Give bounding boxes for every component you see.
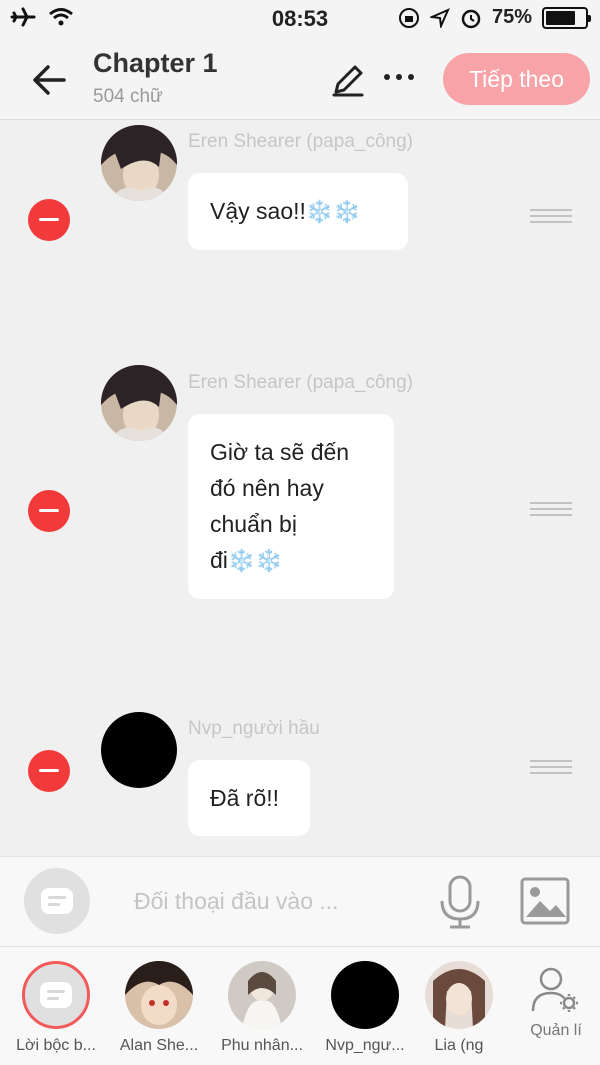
status-right: 75% [398, 6, 591, 29]
character-bar: Lời bộc b... Alan She... Phu nhân... Nvp… [0, 946, 600, 1065]
orientation-lock-icon [398, 7, 419, 28]
back-arrow-icon [33, 65, 66, 95]
battery-percent: 75% [491, 6, 532, 28]
message-line: đi [210, 547, 228, 573]
header: Chapter 1 504 chữ Tiếp theo [0, 38, 600, 120]
user-settings-icon [531, 967, 578, 1012]
drag-handle[interactable] [530, 502, 572, 520]
input-bar [0, 856, 600, 946]
chapter-title: Chapter 1 [93, 48, 218, 78]
more-dot [396, 74, 402, 80]
message-bubble[interactable]: Giờ ta sẽ đến đó nên hay chuẩn bị đi❄️❄️ [188, 414, 394, 599]
character-label: Lia (ng [434, 1037, 484, 1054]
avatar [425, 961, 493, 1029]
character-nvp[interactable]: Nvp_ngư... [317, 961, 413, 1055]
next-button[interactable]: Tiếp theo [443, 53, 590, 105]
remove-message-button[interactable] [28, 750, 70, 792]
snowflake-emoji: ❄️❄️ [305, 199, 361, 224]
chat-bubble-icon [41, 888, 73, 914]
character-alan[interactable]: Alan She... [111, 961, 207, 1055]
battery-icon [542, 6, 591, 29]
message-bubble[interactable]: Đã rõ!! [188, 760, 310, 836]
pencil-icon [332, 65, 364, 97]
message-line: chuẩn bị [210, 511, 297, 537]
character-narration[interactable]: Lời bộc b... [8, 961, 104, 1055]
message-text: Vậy sao!! [210, 198, 306, 224]
microphone-icon [440, 875, 480, 929]
avatar [125, 961, 193, 1029]
avatar [101, 712, 177, 788]
remove-message-button[interactable] [28, 490, 70, 532]
character-lia[interactable]: Lia (ng [414, 961, 504, 1055]
message-list: Eren Shearer (papa_công) Vậy sao!!❄️❄️ E… [0, 121, 600, 856]
sender-name: Nvp_người hầu [188, 718, 320, 739]
sender-name: Eren Shearer (papa_công) [188, 131, 413, 152]
snowflake-emoji: ❄️❄️ [227, 548, 283, 573]
word-count: 504 chữ [93, 86, 163, 107]
character-label: Nvp_ngư... [325, 1037, 405, 1054]
chat-bubble-icon [40, 982, 72, 1008]
avatar [101, 125, 177, 201]
more-button[interactable] [384, 74, 414, 80]
avatar [101, 365, 177, 441]
remove-message-button[interactable] [28, 199, 70, 241]
avatar [228, 961, 296, 1029]
alarm-icon [461, 9, 481, 28]
more-dot [408, 74, 414, 80]
location-arrow-icon [429, 7, 450, 28]
image-button[interactable] [520, 877, 570, 925]
manage-button[interactable]: Quản lí [518, 967, 594, 1040]
message-line: đó nên hay [210, 475, 324, 501]
status-bar: 08:53 75% [0, 0, 600, 38]
character-phu-nhan[interactable]: Phu nhân... [214, 961, 310, 1055]
message-line: Giờ ta sẽ đến [210, 439, 350, 465]
battery-fill [546, 10, 575, 25]
character-label: Lời bộc b... [16, 1037, 96, 1054]
sender-name: Eren Shearer (papa_công) [188, 372, 413, 393]
avatar [331, 961, 399, 1029]
more-dot [384, 74, 390, 80]
microphone-button[interactable] [438, 875, 482, 929]
message-text: Đã rõ!! [210, 785, 280, 811]
narration-icon [22, 961, 90, 1029]
drag-handle[interactable] [530, 760, 572, 778]
manage-label: Quản lí [530, 1022, 582, 1039]
message-bubble[interactable]: Vậy sao!!❄️❄️ [188, 173, 408, 250]
character-label: Phu nhân... [221, 1037, 303, 1054]
back-button[interactable] [28, 58, 72, 102]
dialogue-input[interactable] [120, 881, 420, 921]
dialogue-mode-button[interactable] [24, 868, 90, 934]
drag-handle[interactable] [530, 209, 572, 227]
character-label: Alan She... [119, 1037, 199, 1054]
edit-button[interactable] [330, 62, 366, 98]
image-icon [520, 877, 570, 925]
